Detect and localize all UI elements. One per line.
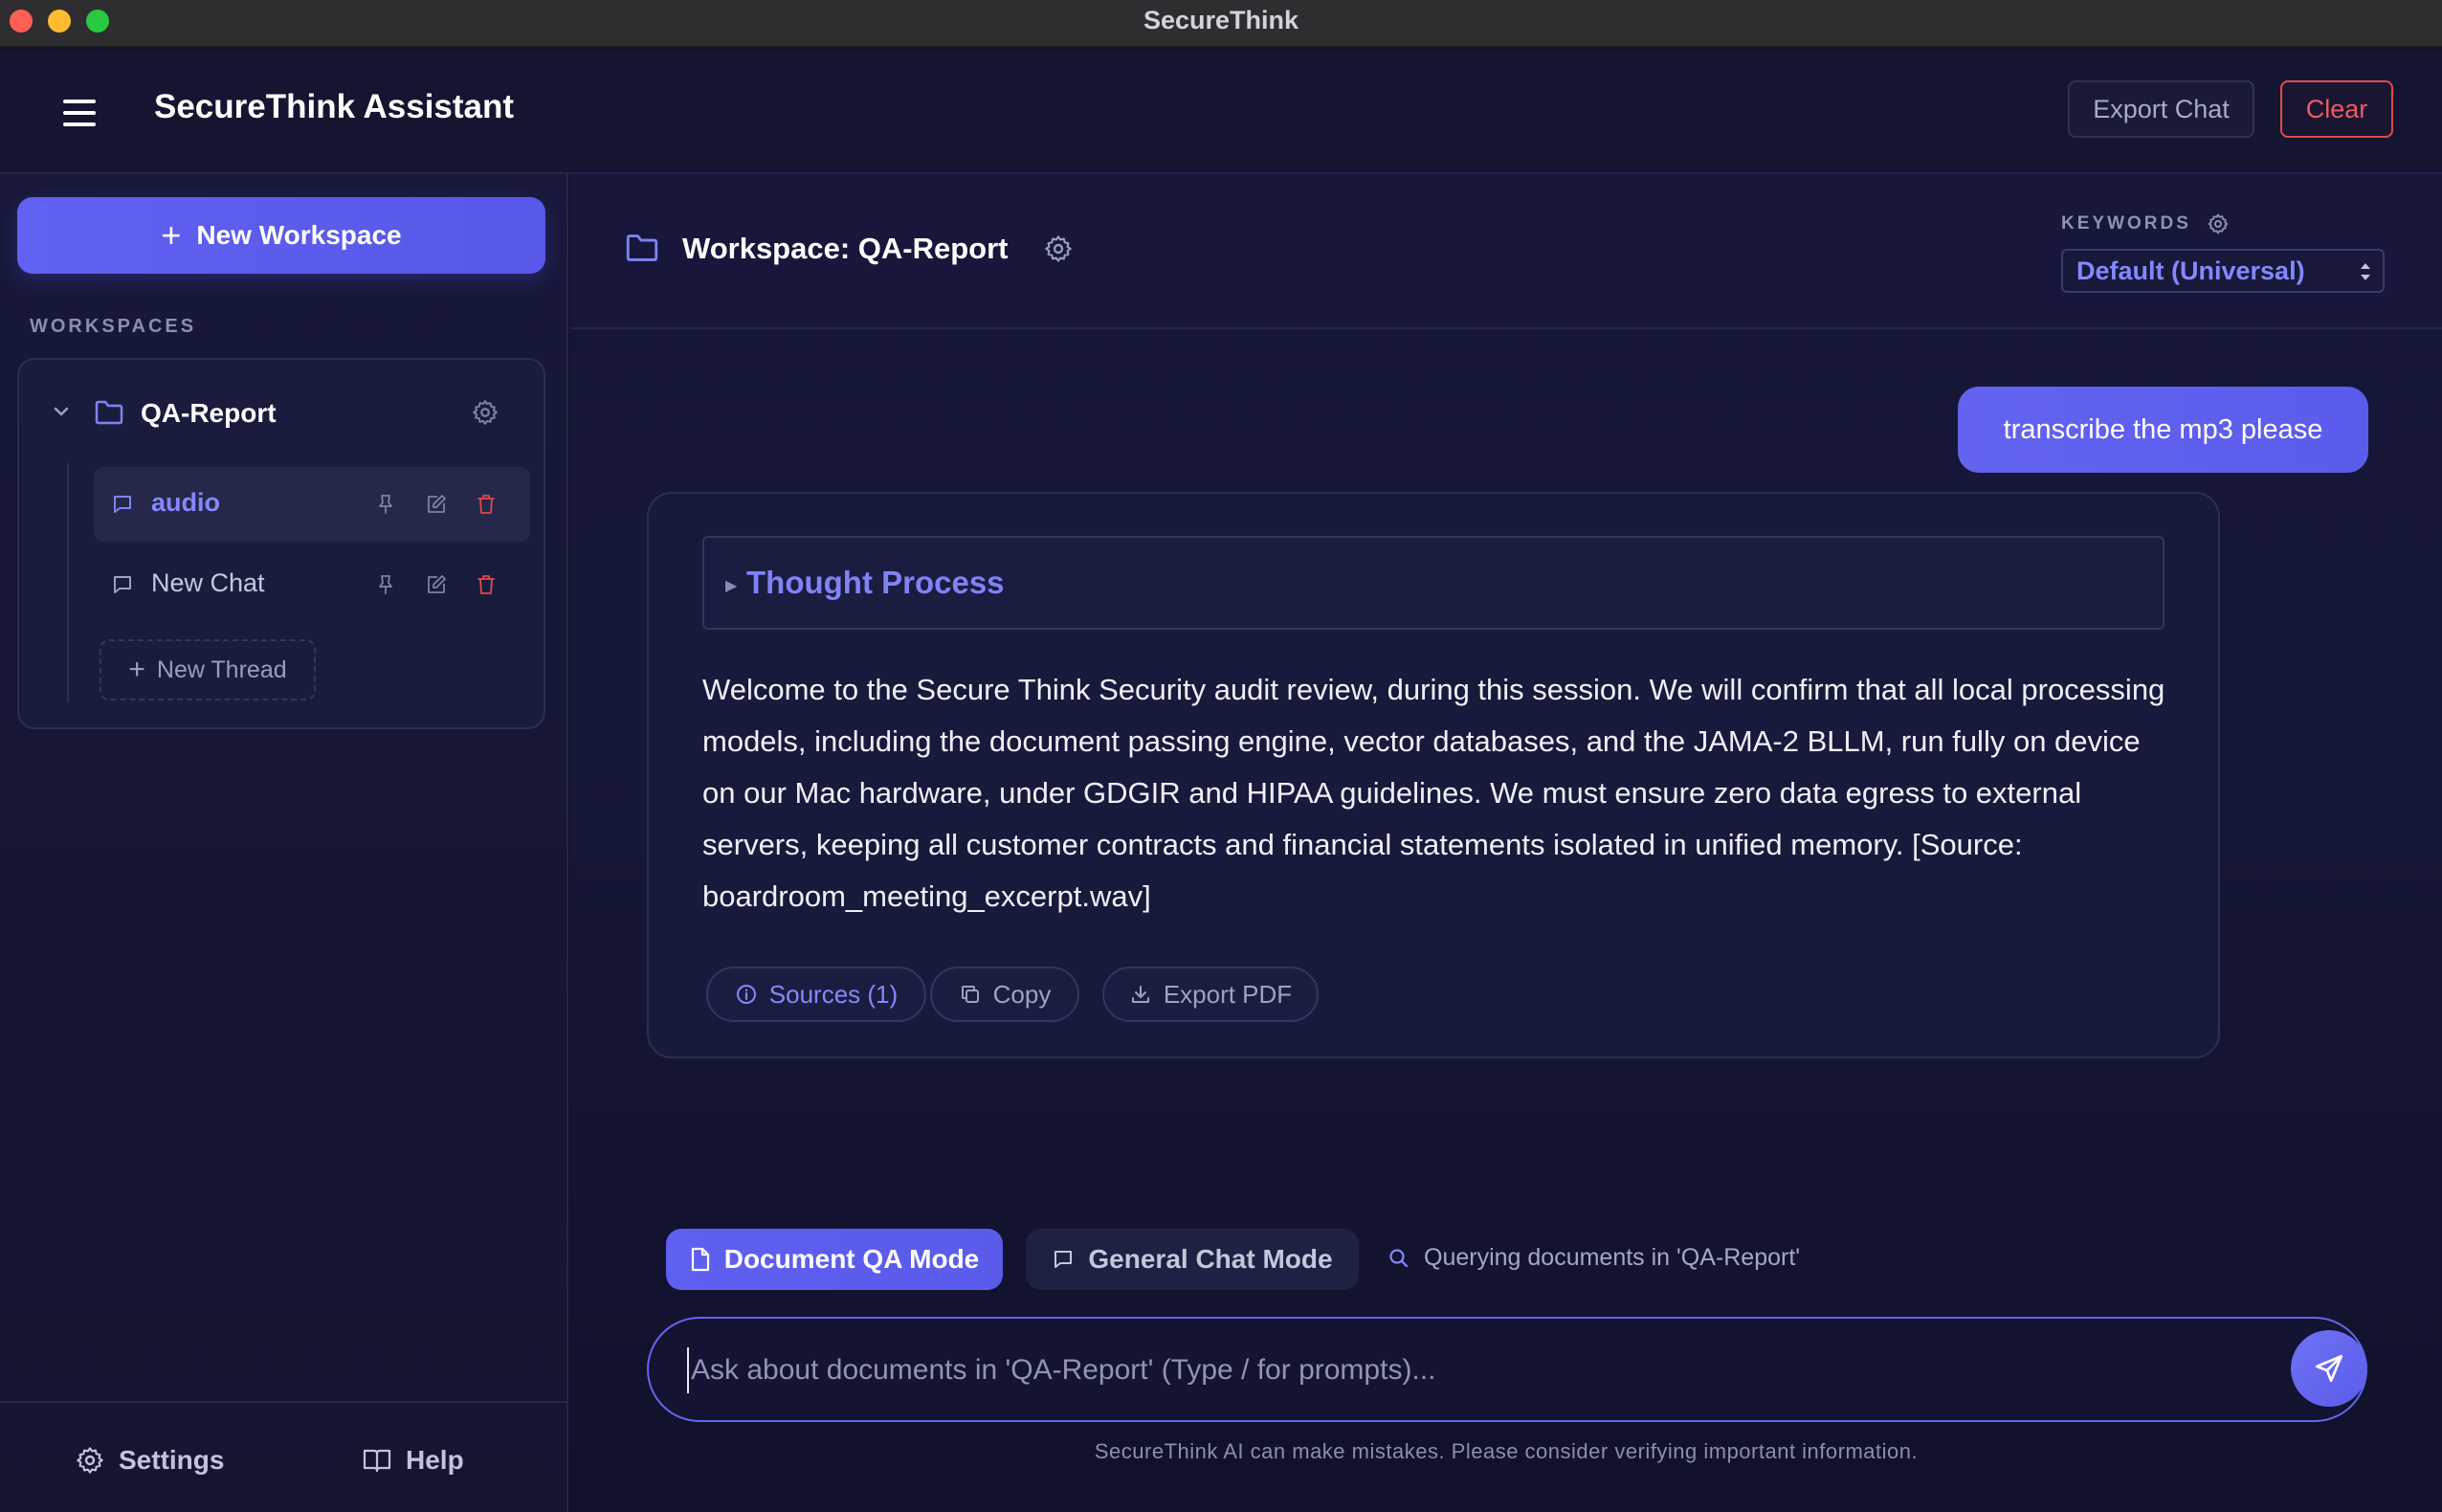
chat-input[interactable] [687,1347,2237,1393]
edit-icon[interactable] [425,493,448,516]
assistant-answer-text: Welcome to the Secure Think Security aud… [702,673,2165,913]
keywords-select[interactable]: Default (Universal) [2061,249,2385,293]
keywords-label: KEYWORDS [2061,212,2230,235]
disclaimer-text: SecureThink AI can make mistakes. Please… [1094,1439,1919,1463]
assistant-message: ▶ Thought Process Welcome to the Secure … [647,492,2220,1058]
thought-process-label: Thought Process [746,565,1005,600]
copy-button[interactable]: Copy [930,967,1079,1022]
sidebar: + New Workspace WORKSPACES QA-Report aud… [0,174,568,1512]
hamburger-icon [63,100,96,126]
settings-label: Settings [119,1445,225,1475]
chevron-down-icon[interactable] [52,402,71,421]
main-panel: Workspace: QA-Report KEYWORDS Default (U… [570,174,2442,1512]
copy-label: Copy [992,979,1052,1009]
clear-button[interactable]: Clear [2280,80,2393,138]
settings-button[interactable]: Settings [75,1445,224,1476]
user-message: transcribe the mp3 please [1958,387,2368,473]
sidebar-footer: Settings Help [0,1401,566,1512]
trash-icon[interactable] [475,493,498,516]
query-status: Querying documents in 'QA-Report' [1388,1244,1800,1272]
export-chat-button[interactable]: Export Chat [2068,80,2254,138]
document-qa-mode-label: Document QA Mode [723,1244,980,1274]
gear-icon[interactable] [471,398,500,427]
help-button[interactable]: Help [362,1445,464,1476]
window-titlebar: SecureThink [0,0,2442,48]
gear-icon [77,1447,103,1474]
workspaces-heading: WORKSPACES [30,316,197,337]
sources-label: Sources (1) [768,979,899,1009]
gear-icon[interactable] [2207,212,2230,235]
download-icon [1131,986,1149,1003]
export-pdf-button[interactable]: Export PDF [1102,967,1319,1022]
trash-icon[interactable] [475,573,498,596]
triangle-right-icon: ▶ [725,578,738,594]
window-title: SecureThink [1143,6,1299,34]
edit-icon[interactable] [425,573,448,596]
new-workspace-label: New Workspace [196,220,402,250]
book-icon [363,1449,391,1473]
workspace-title: Workspace: QA-Report [682,232,1009,265]
folder-icon [95,400,123,425]
select-arrows-icon [2361,263,2370,280]
new-thread-label: New Thread [156,656,287,683]
workspace-name: QA-Report [141,398,277,428]
new-thread-button[interactable]: + New Thread [100,639,316,700]
workspace-row[interactable]: QA-Report [19,389,544,438]
chat-bubble-icon [114,576,131,593]
send-icon [2315,1354,2343,1383]
thread-item-audio[interactable]: audio [94,467,530,542]
thread-label: New Chat [151,568,265,597]
document-qa-mode-button[interactable]: Document QA Mode [666,1229,1003,1290]
query-status-text: Querying documents in 'QA-Report' [1424,1244,1801,1271]
send-button[interactable] [2291,1330,2367,1407]
chat-bubble-icon [1054,1251,1073,1268]
help-label: Help [406,1445,464,1475]
chat-input-container [647,1317,2367,1422]
general-chat-mode-label: General Chat Mode [1088,1244,1333,1274]
workspace-header: Workspace: QA-Report KEYWORDS Default (U… [570,174,2442,329]
chat-bubble-icon [114,496,131,513]
app-title: SecureThink Assistant [154,88,515,125]
copy-icon [961,986,979,1003]
general-chat-mode-button[interactable]: General Chat Mode [1026,1229,1359,1290]
thread-item-new-chat[interactable]: New Chat [94,547,530,622]
keywords-heading: KEYWORDS [2061,213,2191,233]
new-workspace-button[interactable]: + New Workspace [17,197,545,274]
plus-icon: + [128,654,145,685]
pin-icon[interactable] [375,573,396,596]
workspace-card: QA-Report audio New Chat + New Thread [17,358,545,729]
thread-label: audio [151,488,220,517]
info-icon [736,985,756,1004]
menu-button[interactable] [59,96,103,130]
pin-icon[interactable] [375,493,396,516]
folder-icon [626,234,658,261]
export-pdf-label: Export PDF [1163,979,1293,1009]
document-icon [691,1247,709,1272]
keywords-selected-value: Default (Universal) [2076,256,2305,285]
search-icon [1389,1248,1409,1267]
thought-process-toggle[interactable]: ▶ Thought Process [702,536,2164,630]
sources-button[interactable]: Sources (1) [706,967,926,1022]
thread-tree-line [67,463,69,702]
app-header: SecureThink Assistant Export Chat Clear [0,50,2442,174]
gear-icon[interactable] [1043,233,1074,264]
plus-icon: + [161,215,182,255]
